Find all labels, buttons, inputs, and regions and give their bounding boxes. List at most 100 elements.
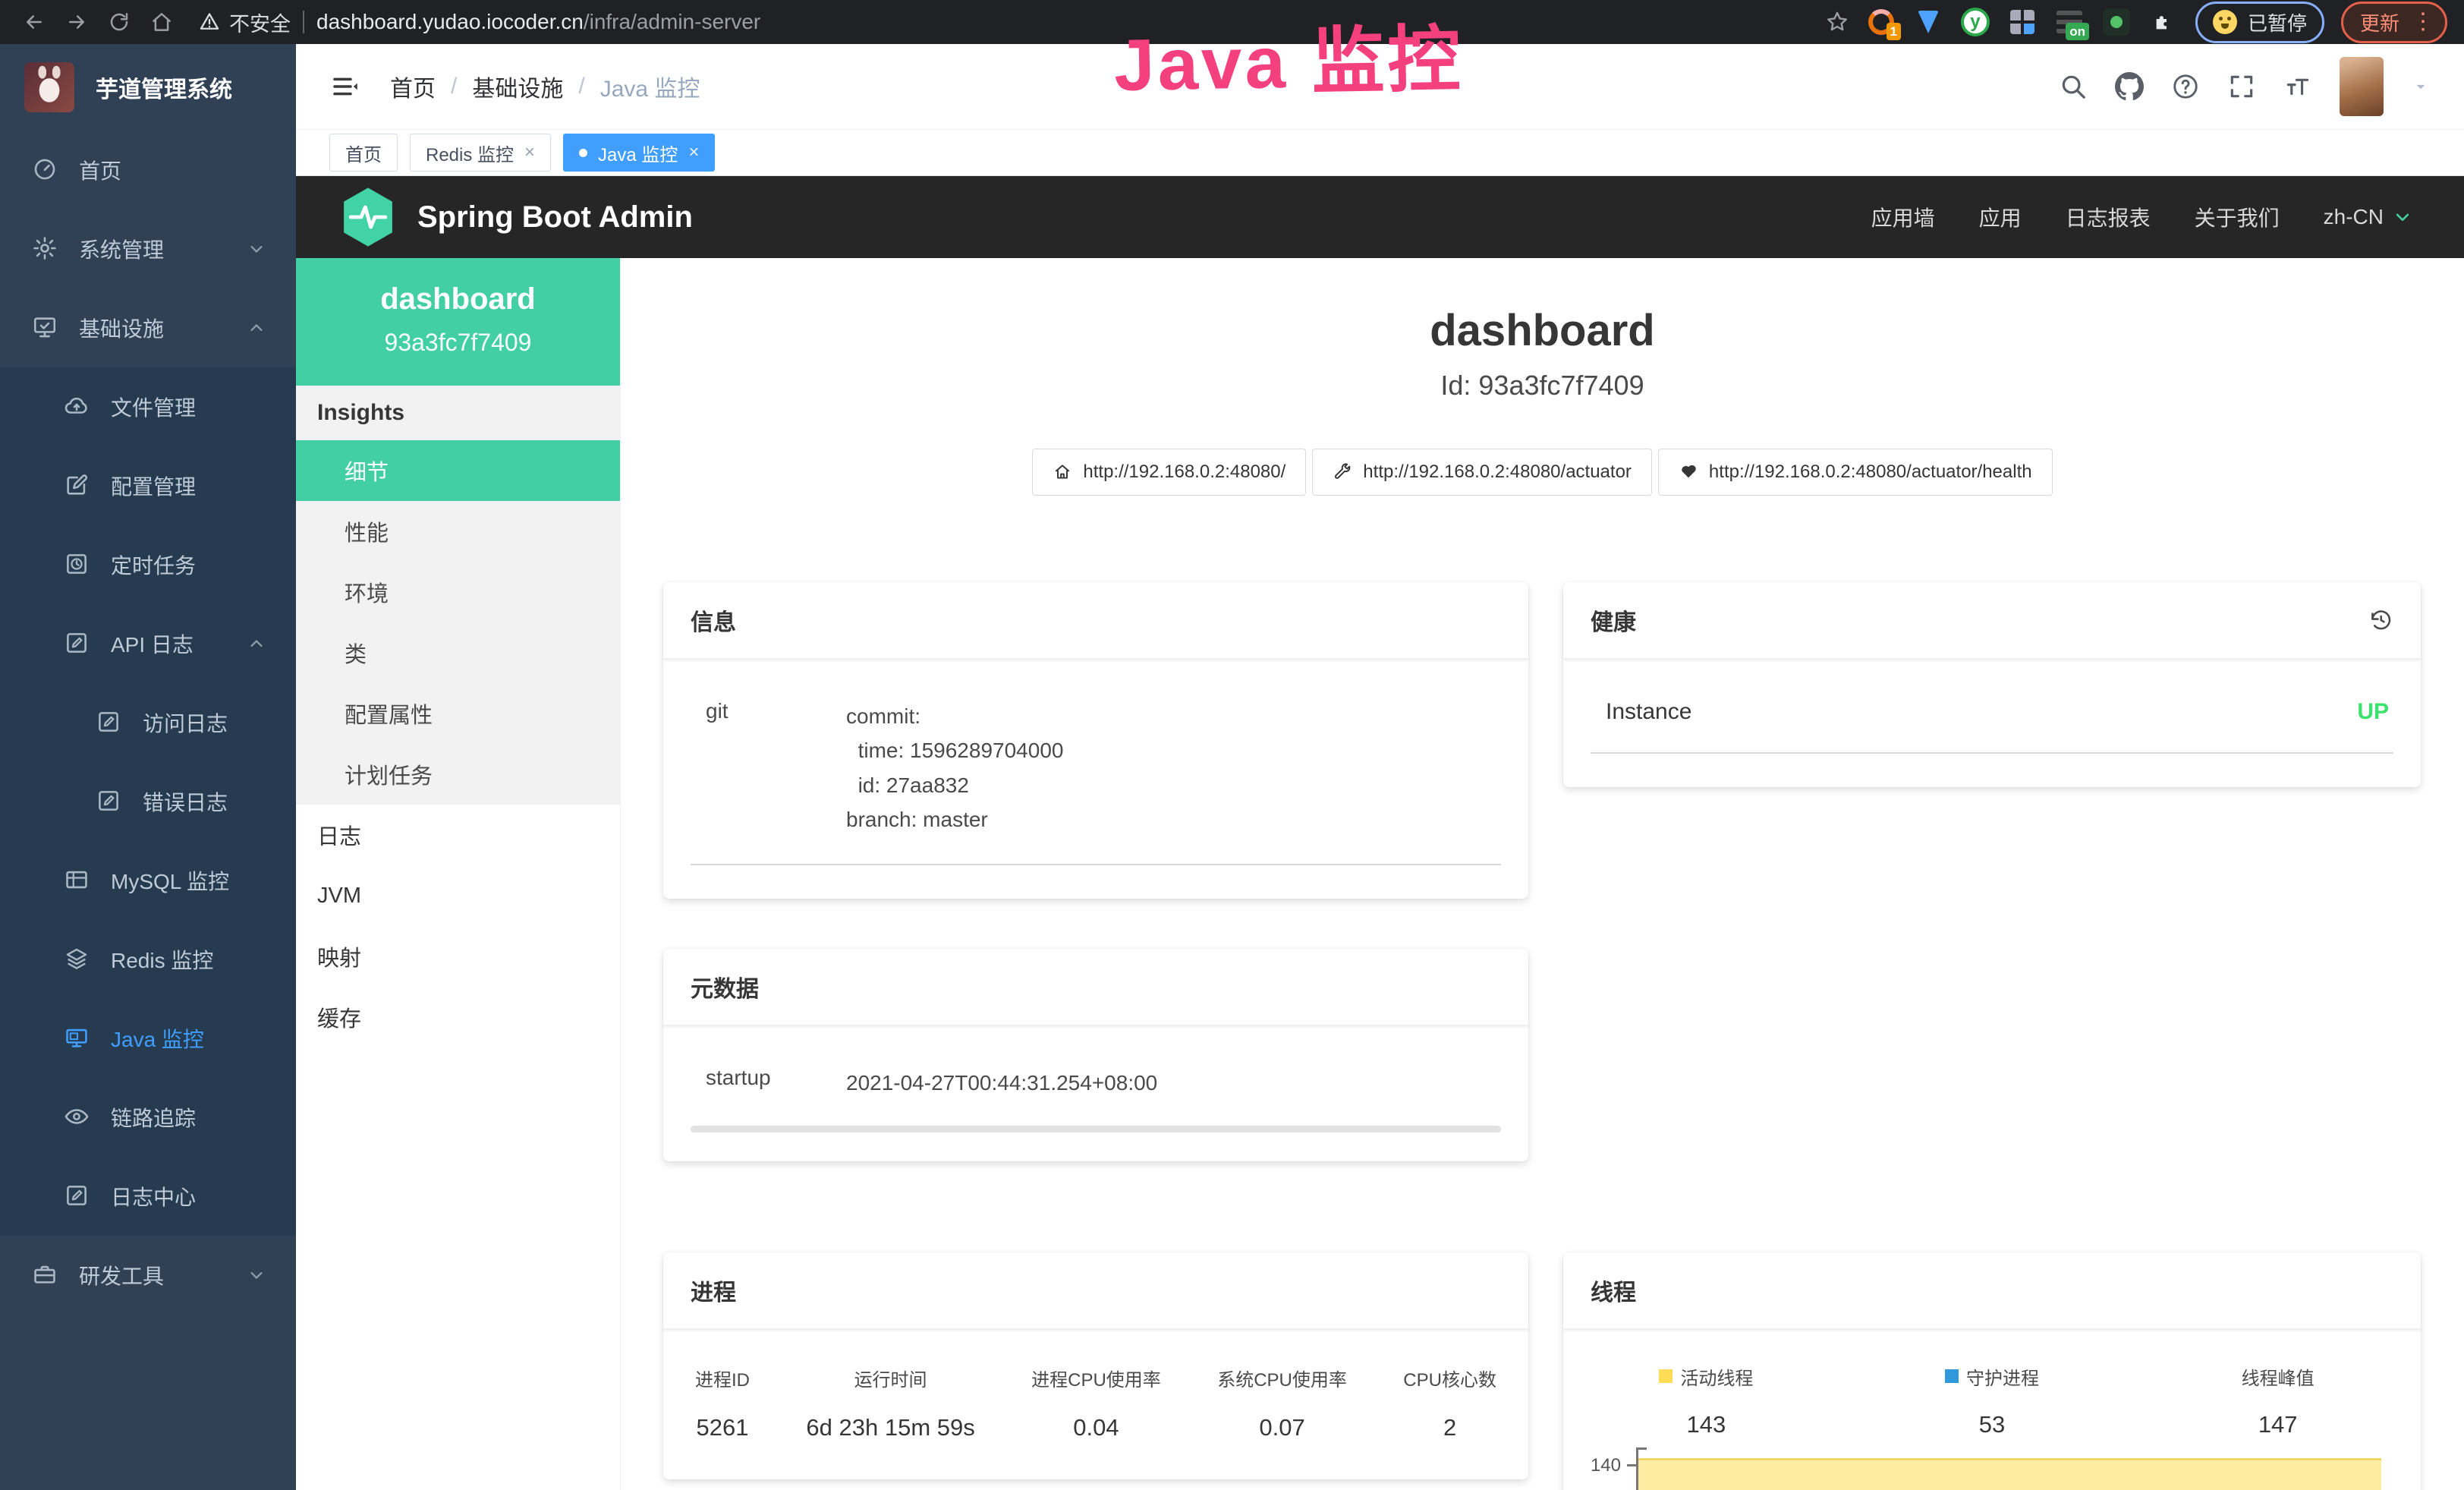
sba-item-classes[interactable]: 类 <box>296 622 620 683</box>
sidebar-item-infrastructure[interactable]: 基础设施 <box>0 288 296 367</box>
home-icon[interactable] <box>144 5 179 39</box>
extensions-puzzle-icon[interactable] <box>2148 7 2179 37</box>
extension-list-icon[interactable]: on <box>2054 7 2085 37</box>
sidebar-item-config-manage[interactable]: 配置管理 <box>0 446 296 525</box>
sba-locale-select[interactable]: zh-CN <box>2324 205 2414 229</box>
history-icon[interactable] <box>2368 607 2393 633</box>
sba-item-metrics[interactable]: 性能 <box>296 501 620 562</box>
tab-java-monitor[interactable]: Java 监控 × <box>563 134 715 172</box>
sidebar-item-label: 研发工具 <box>79 1260 164 1290</box>
sba-item-logs[interactable]: 日志 <box>296 805 620 865</box>
tab-home[interactable]: 首页 <box>329 134 398 172</box>
stat-system-cpu: 系统CPU使用率 0.07 <box>1217 1365 1347 1441</box>
github-icon[interactable] <box>2115 72 2144 101</box>
sidebar-item-file-manage[interactable]: 文件管理 <box>0 367 296 446</box>
sidebar-item-api-log[interactable]: API 日志 <box>0 604 296 683</box>
sidebar-item-trace[interactable]: 链路追踪 <box>0 1078 296 1157</box>
metadata-row-value: 2021-04-27T00:44:31.254+08:00 <box>846 1066 1157 1100</box>
chevron-down-icon <box>246 238 267 260</box>
caret-down-icon[interactable] <box>2411 77 2431 96</box>
close-icon[interactable]: × <box>688 143 699 162</box>
active-dot <box>579 149 587 157</box>
insights-group: Insights 细节 性能 环境 类 配置属性 计划任务 <box>296 386 620 805</box>
extension-pin-icon[interactable] <box>1913 7 1943 37</box>
extension-dot-icon[interactable] <box>2101 7 2132 37</box>
user-avatar[interactable] <box>2340 57 2384 116</box>
home-icon <box>1053 462 1072 482</box>
extension-y-icon[interactable]: y <box>1960 7 1990 37</box>
sba-item-scheduled[interactable]: 计划任务 <box>296 744 620 805</box>
sba-nav-journal[interactable]: 日志报表 <box>2066 202 2151 232</box>
sba-sidebar: dashboard 93a3fc7f7409 Insights 细节 性能 环境… <box>296 258 621 1490</box>
address-bar[interactable]: 不安全 dashboard.yudao.iocoder.cn/infra/adm… <box>199 8 760 37</box>
sidebar-item-system[interactable]: 系统管理 <box>0 209 296 288</box>
sba-item-caches[interactable]: 缓存 <box>296 987 620 1047</box>
sidebar-item-mysql-monitor[interactable]: MySQL 监控 <box>0 841 296 920</box>
chart-plot-area <box>1636 1455 2381 1490</box>
breadcrumb-separator: / <box>451 74 457 99</box>
close-icon[interactable]: × <box>524 143 535 162</box>
sba-item-details[interactable]: 细节 <box>296 440 620 501</box>
scheduled-task-icon <box>64 551 91 578</box>
url-text[interactable]: dashboard.yudao.iocoder.cn/infra/admin-s… <box>316 10 760 34</box>
search-icon[interactable] <box>2059 72 2088 101</box>
topbar: 首页 / 基础设施 / Java 监控 <box>296 44 2464 129</box>
sba-item-mappings[interactable]: 映射 <box>296 926 620 987</box>
paused-button[interactable]: 已暂停 <box>2195 2 2324 43</box>
sba-nav-about[interactable]: 关于我们 <box>2195 202 2280 232</box>
sba-item-environment[interactable]: 环境 <box>296 562 620 622</box>
chart-y-axis: 140 120 100 <box>1563 1455 1636 1490</box>
app-logo-row[interactable]: 芋道管理系统 <box>0 44 296 131</box>
sidebar-item-scheduled-task[interactable]: 定时任务 <box>0 525 296 604</box>
info-card-title: 信息 <box>663 582 1528 660</box>
endpoint-health-button[interactable]: http://192.168.0.2:48080/actuator/health <box>1658 449 2053 496</box>
sba-nav-wallboard[interactable]: 应用墙 <box>1871 202 1935 232</box>
threads-card: 线程 活动线程 143 <box>1563 1252 2421 1490</box>
sidebar-item-access-log[interactable]: 访问日志 <box>0 683 296 762</box>
sidebar-item-java-monitor[interactable]: Java 监控 <box>0 999 296 1078</box>
page-title: dashboard <box>663 305 2422 356</box>
sba-nav-applications[interactable]: 应用 <box>1979 202 2022 232</box>
site-security[interactable]: 不安全 <box>199 8 291 37</box>
wrench-icon <box>1333 462 1352 482</box>
threads-area-chart: 140 120 100 <box>1563 1455 2421 1490</box>
sidebar-item-label: 基础设施 <box>79 313 164 343</box>
process-card: 进程 进程ID 5261 运行时间 6d 23h 15m 59s <box>663 1252 1528 1479</box>
help-icon[interactable] <box>2171 72 2200 101</box>
sidebar-item-log-center[interactable]: 日志中心 <box>0 1157 296 1236</box>
chevron-up-icon <box>246 317 267 339</box>
sidebar-item-dev-tools[interactable]: 研发工具 <box>0 1236 296 1315</box>
back-arrow-icon[interactable] <box>17 5 52 39</box>
font-size-icon[interactable] <box>2283 72 2312 101</box>
instance-name: dashboard <box>304 282 612 317</box>
sidebar-item-home[interactable]: 首页 <box>0 131 296 209</box>
extension-grid-icon[interactable] <box>2007 7 2038 37</box>
health-card: 健康 Instance UP <box>1563 582 2421 787</box>
update-button[interactable]: 更新 ⋮ <box>2341 2 2447 43</box>
threads-legend: 活动线程 143 守护进程 <box>1563 1363 2421 1438</box>
sba-item-config-props[interactable]: 配置属性 <box>296 683 620 744</box>
infrastructure-submenu: 文件管理 配置管理 定时任务 API 日志 <box>0 367 296 1236</box>
forward-arrow-icon[interactable] <box>59 5 94 39</box>
sba-brand: Spring Boot Admin <box>417 200 693 235</box>
sba-item-jvm[interactable]: JVM <box>296 865 620 926</box>
screen-icon <box>64 1025 91 1052</box>
sba-main: dashboard Id: 93a3fc7f7409 http://192.16… <box>621 258 2464 1490</box>
breadcrumb-home[interactable]: 首页 <box>390 70 436 103</box>
sidebar-item-label: MySQL 监控 <box>111 865 229 896</box>
bookmark-star-icon[interactable] <box>1825 10 1849 34</box>
tab-redis-monitor[interactable]: Redis 监控 × <box>410 134 551 172</box>
kebab-menu-icon[interactable]: ⋮ <box>2412 11 2434 33</box>
infrastructure-icon <box>32 314 59 342</box>
fullscreen-icon[interactable] <box>2227 72 2256 101</box>
endpoint-home-button[interactable]: http://192.168.0.2:48080/ <box>1032 449 1306 496</box>
sidebar-item-error-log[interactable]: 错误日志 <box>0 762 296 841</box>
process-stats: 进程ID 5261 运行时间 6d 23h 15m 59s 进程CPU使用率 0… <box>663 1330 1528 1479</box>
endpoint-actuator-button[interactable]: http://192.168.0.2:48080/actuator <box>1312 449 1652 496</box>
breadcrumb-infrastructure[interactable]: 基础设施 <box>472 70 563 103</box>
reload-icon[interactable] <box>102 5 137 39</box>
sidebar-item-label: 定时任务 <box>111 550 196 580</box>
collapse-sidebar-icon[interactable] <box>329 71 361 102</box>
sidebar-item-redis-monitor[interactable]: Redis 监控 <box>0 920 296 999</box>
extension-swirl-icon[interactable]: 1 <box>1866 7 1896 37</box>
